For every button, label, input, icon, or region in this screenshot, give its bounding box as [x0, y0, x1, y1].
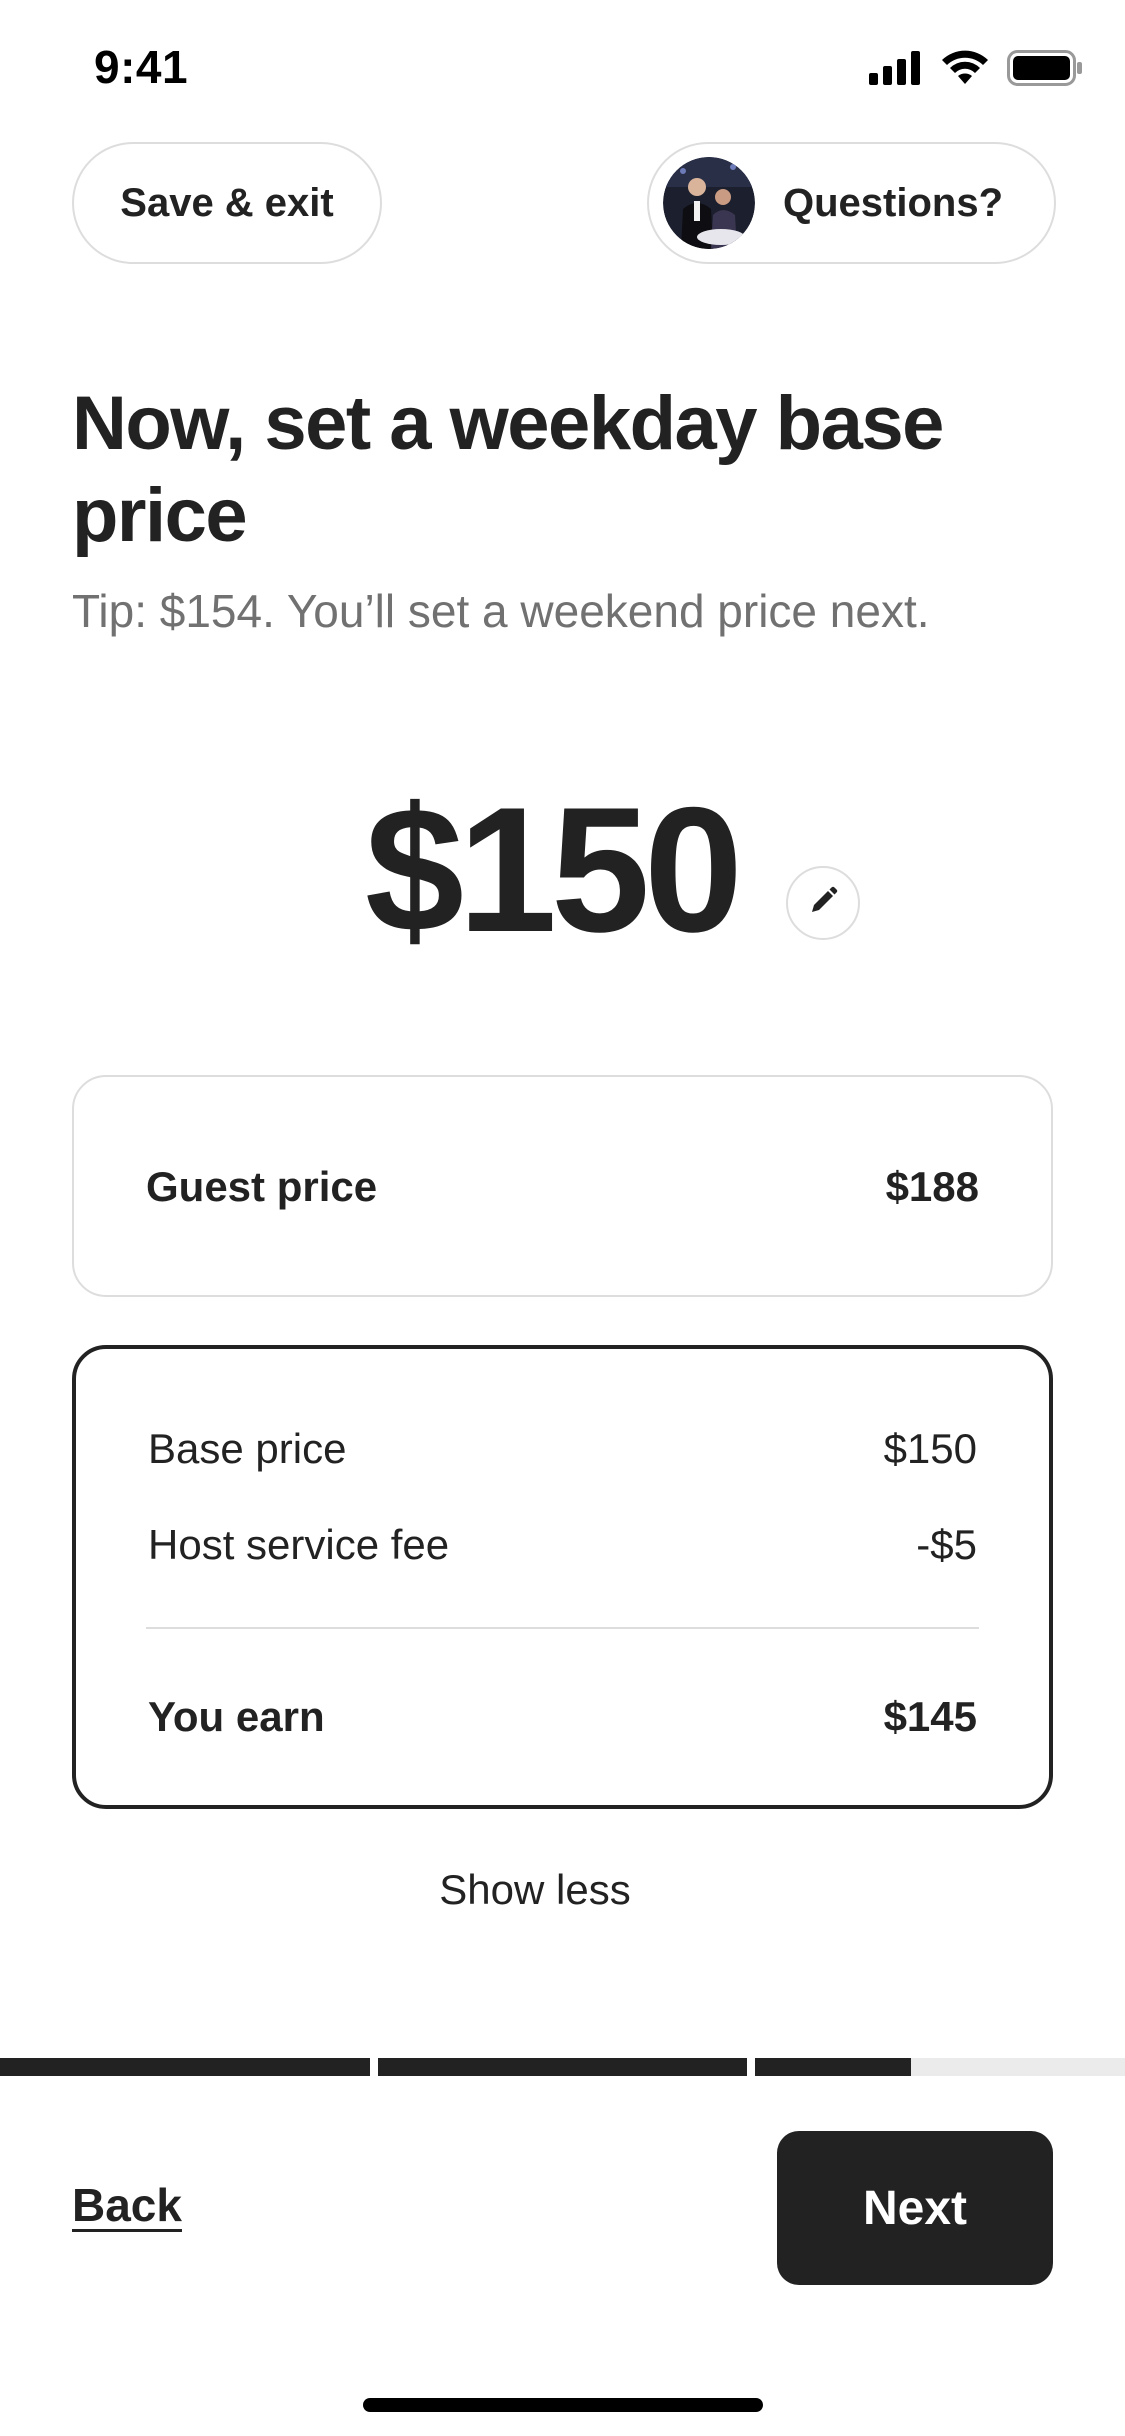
pencil-icon: [806, 884, 840, 923]
progress-bar: [0, 2058, 1125, 2076]
show-less-button[interactable]: Show less: [0, 1866, 1070, 1914]
questions-label: Questions?: [783, 180, 1004, 225]
guest-price-card[interactable]: Guest price $188: [72, 1075, 1053, 1297]
next-label: Next: [862, 2181, 968, 2235]
host-avatar: [663, 157, 755, 249]
host-fee-row: Host service fee -$5: [148, 1521, 977, 1569]
base-price-label: Base price: [148, 1425, 347, 1472]
price-display: $150: [0, 780, 1125, 960]
save-exit-label: Save & exit: [120, 180, 334, 225]
cellular-signal-icon: [869, 50, 923, 90]
home-indicator: [363, 2398, 763, 2412]
status-bar: 9:41: [0, 0, 1125, 140]
edit-price-button[interactable]: [786, 866, 860, 940]
battery-icon: [1007, 49, 1083, 91]
progress-fill: [755, 2058, 911, 2076]
save-exit-button[interactable]: Save & exit: [72, 142, 382, 264]
progress-fill: [0, 2058, 370, 2076]
progress-segment: [377, 2058, 748, 2076]
you-earn-row: You earn $145: [148, 1693, 977, 1741]
you-earn-label: You earn: [148, 1693, 325, 1740]
page-title: Now, set a weekday base price: [72, 381, 944, 558]
questions-button[interactable]: Questions?: [647, 142, 1056, 264]
status-icons: [869, 49, 1083, 91]
guest-price-row: Guest price $188: [146, 1163, 979, 1211]
earnings-breakdown-card[interactable]: Base price $150 Host service fee -$5 You…: [72, 1345, 1053, 1809]
progress-segment: [0, 2058, 370, 2076]
progress-fill: [377, 2058, 748, 2076]
status-time: 9:41: [94, 41, 189, 93]
divider: [146, 1627, 979, 1629]
host-fee-amount: -$5: [916, 1521, 977, 1568]
next-button[interactable]: Next: [777, 2131, 1053, 2285]
progress-segment: [755, 2058, 1125, 2076]
you-earn-amount: $145: [883, 1693, 977, 1740]
host-fee-label: Host service fee: [148, 1521, 450, 1568]
back-button[interactable]: Back: [72, 2178, 182, 2232]
guest-price-label: Guest price: [146, 1163, 378, 1210]
wifi-icon: [941, 50, 989, 91]
base-price-row: Base price $150: [148, 1425, 977, 1473]
price-tip: Tip: $154. You’ll set a weekend price ne…: [72, 585, 930, 637]
guest-price-value: $188: [885, 1163, 979, 1210]
base-price-value[interactable]: $150: [365, 780, 743, 960]
base-price-amount: $150: [883, 1425, 977, 1472]
